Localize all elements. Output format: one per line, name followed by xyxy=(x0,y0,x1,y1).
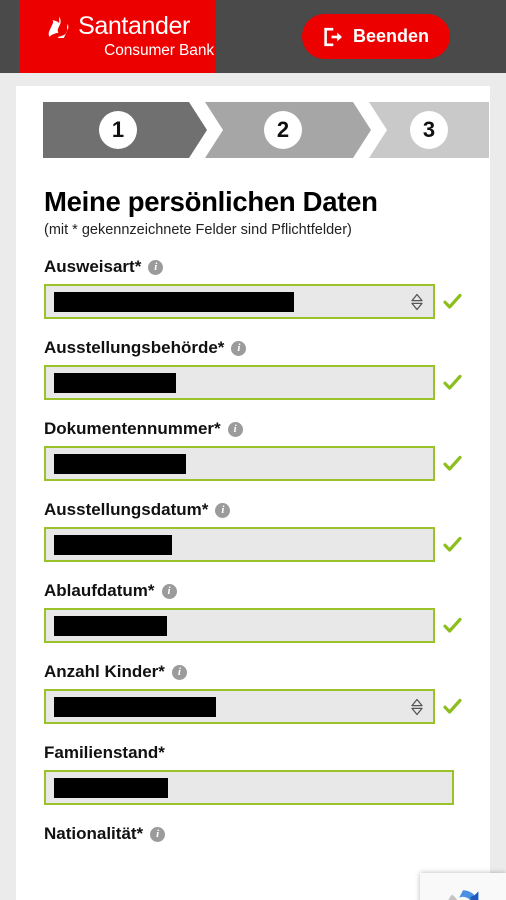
field-ablaufdatum-label-row: Ablaufdatum* i xyxy=(44,581,462,601)
field-ausstellungsbehoerde-input-row xyxy=(44,365,462,400)
field-ausstellungsbehoerde-label-row: Ausstellungsbehörde* i xyxy=(44,338,462,358)
stepper-step-3-number: 3 xyxy=(410,111,448,149)
required-fields-note: (mit * gekennzeichnete Felder sind Pflic… xyxy=(44,222,352,238)
anzahl-kinder-select[interactable] xyxy=(44,689,435,724)
redacted-value xyxy=(54,534,172,555)
stepper-step-1[interactable]: 1 xyxy=(43,102,207,158)
santander-flame-icon xyxy=(48,16,69,38)
logout-icon xyxy=(324,27,342,46)
redacted-value xyxy=(54,696,216,717)
valid-check-icon xyxy=(443,536,462,552)
field-ablaufdatum-input-row xyxy=(44,608,462,643)
field-ausweisart: Ausweisart* i xyxy=(44,257,462,319)
field-ausstellungsbehoerde-label: Ausstellungsbehörde* xyxy=(44,338,225,357)
field-familienstand-label: Familienstand* xyxy=(44,743,165,762)
top-bar: Santander Consumer Bank Beenden xyxy=(0,0,506,73)
field-ausstellungsdatum-label: Ausstellungsdatum* xyxy=(44,500,209,519)
chevron-updown-icon xyxy=(411,293,423,310)
valid-check-icon xyxy=(443,293,462,309)
field-familienstand-input-row xyxy=(44,770,462,805)
field-ausstellungsdatum-label-row: Ausstellungsdatum* i xyxy=(44,500,462,520)
field-ablaufdatum: Ablaufdatum* i xyxy=(44,581,462,643)
field-dokumentennummer-input-row xyxy=(44,446,462,481)
redacted-value xyxy=(54,291,294,312)
ausstellungsdatum-input[interactable] xyxy=(44,527,435,562)
familienstand-input[interactable] xyxy=(44,770,454,805)
exit-button[interactable]: Beenden xyxy=(302,14,450,59)
field-anzahl-kinder-input-row xyxy=(44,689,462,724)
valid-check-icon xyxy=(443,617,462,633)
recaptcha-badge[interactable]: Privacy - Terms xyxy=(420,873,506,900)
info-icon[interactable]: i xyxy=(150,826,166,842)
field-nationalitaet: Nationalität* i xyxy=(44,824,462,844)
santander-logo: Santander Consumer Bank xyxy=(20,0,216,73)
stepper-step-1-number: 1 xyxy=(99,111,137,149)
brand-name: Santander xyxy=(78,12,190,41)
field-familienstand: Familienstand* xyxy=(44,743,462,805)
field-ausweisart-input-row xyxy=(44,284,462,319)
redacted-value xyxy=(54,615,167,636)
info-icon[interactable]: i xyxy=(227,421,243,437)
field-nationalitaet-label: Nationalität* xyxy=(44,824,144,843)
field-dokumentennummer-label: Dokumentennummer* xyxy=(44,419,221,438)
redacted-value xyxy=(54,453,186,474)
field-ausstellungsdatum: Ausstellungsdatum* i xyxy=(44,500,462,562)
ausstellungsbehoerde-input[interactable] xyxy=(44,365,435,400)
dokumentennummer-input[interactable] xyxy=(44,446,435,481)
info-icon[interactable]: i xyxy=(161,583,177,599)
info-icon[interactable]: i xyxy=(148,259,164,275)
valid-check-icon xyxy=(443,455,462,471)
field-ausweisart-label: Ausweisart* xyxy=(44,257,142,276)
ablaufdatum-input[interactable] xyxy=(44,608,435,643)
exit-button-label: Beenden xyxy=(352,26,430,46)
field-dokumentennummer: Dokumentennummer* i xyxy=(44,419,462,481)
stepper-step-2[interactable]: 2 xyxy=(205,102,371,158)
valid-check-icon xyxy=(443,374,462,390)
field-anzahl-kinder: Anzahl Kinder* i xyxy=(44,662,462,724)
field-ausstellungsbehoerde: Ausstellungsbehörde* i xyxy=(44,338,462,400)
field-nationalitaet-label-row: Nationalität* i xyxy=(44,824,462,844)
valid-check-icon xyxy=(443,698,462,714)
field-dokumentennummer-label-row: Dokumentennummer* i xyxy=(44,419,462,439)
stepper-step-3[interactable]: 3 xyxy=(369,102,489,158)
recaptcha-logo-icon xyxy=(448,889,479,900)
field-ausweisart-label-row: Ausweisart* i xyxy=(44,257,462,277)
page-background: 1 2 3 Meine persönlichen Daten (mit * ge… xyxy=(0,73,506,900)
page-title: Meine persönlichen Daten xyxy=(44,186,378,217)
redacted-value xyxy=(54,777,168,798)
progress-stepper: 1 2 3 xyxy=(43,102,489,158)
form-card: 1 2 3 Meine persönlichen Daten (mit * ge… xyxy=(16,86,490,900)
info-icon[interactable]: i xyxy=(215,502,231,518)
stepper-step-2-number: 2 xyxy=(264,111,302,149)
info-icon[interactable]: i xyxy=(231,340,247,356)
field-ausstellungsdatum-input-row xyxy=(44,527,462,562)
field-ablaufdatum-label: Ablaufdatum* xyxy=(44,581,155,600)
chevron-updown-icon xyxy=(411,698,423,715)
field-familienstand-label-row: Familienstand* xyxy=(44,743,462,763)
field-anzahl-kinder-label-row: Anzahl Kinder* i xyxy=(44,662,462,682)
field-anzahl-kinder-label: Anzahl Kinder* xyxy=(44,662,165,681)
brand-subtitle: Consumer Bank xyxy=(104,42,214,60)
info-icon[interactable]: i xyxy=(171,664,187,680)
ausweisart-select[interactable] xyxy=(44,284,435,319)
redacted-value xyxy=(54,372,176,393)
